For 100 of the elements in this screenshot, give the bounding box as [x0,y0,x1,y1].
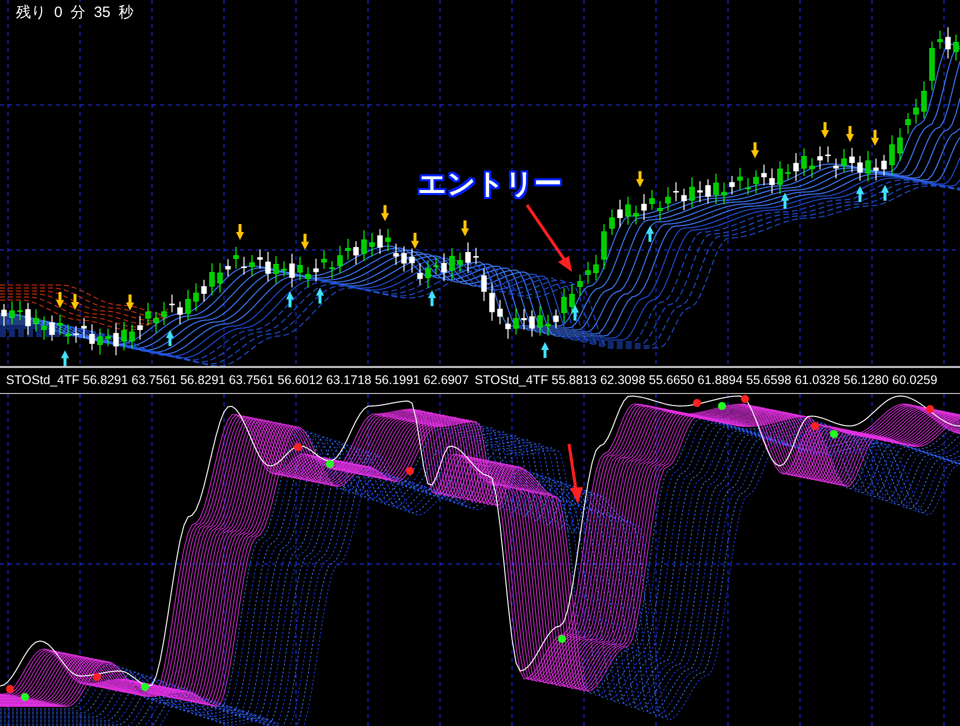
candlestick [313,258,319,282]
candlestick [153,311,159,334]
candlestick [913,98,919,124]
up-arrow-icon [428,290,436,306]
down-arrow-icon [411,232,419,249]
candlestick [201,279,207,302]
candlestick [433,256,439,275]
candlestick [217,262,223,294]
candlestick [417,262,423,286]
candlestick [473,247,479,265]
down-arrow-icon [821,122,829,138]
signal-dot [93,673,101,681]
candlestick [513,308,519,336]
candlestick [793,152,799,182]
indicator-label: STOStd_4TF 55.8813 62.3098 55.6650 61.8894 55.6598 61.0328 56.1280 60.0259 [474,372,938,390]
candlestick [25,302,31,336]
candlestick [769,168,775,194]
candlestick [657,200,663,222]
candlestick [745,178,751,196]
candlestick [441,252,447,282]
down-arrow-icon [636,171,644,188]
candlestick [161,301,167,326]
candlestick [297,256,303,281]
candlestick [721,182,727,205]
candlestick [481,268,487,302]
candlestick [305,266,311,288]
candlestick [249,254,255,277]
down-arrow-icon [381,205,389,222]
signal-dot [6,685,14,693]
candlestick [777,160,783,195]
signal-dot [741,395,749,403]
candlestick [193,282,199,312]
signal-dot [294,443,302,451]
candlestick [817,146,823,170]
candlestick [225,258,231,277]
candlestick [73,326,79,344]
candlestick [361,230,367,262]
annotation-arrow [526,204,572,272]
candlestick [561,288,567,324]
candlestick [857,155,863,182]
candlestick [761,164,767,186]
candlestick [177,301,183,325]
candlestick [785,164,791,181]
candlestick [209,262,215,296]
down-arrow-icon [71,294,79,310]
candlestick [601,224,607,270]
candlestick [385,228,391,252]
candlestick [321,250,327,270]
candlestick [673,182,679,202]
up-arrow-icon [316,288,324,304]
signal-dot [693,399,701,407]
candlestick [529,310,535,338]
up-arrow-icon [571,304,579,321]
candlestick [465,242,471,273]
up-arrow-icon [541,342,549,358]
signal-dot [21,693,29,701]
up-arrow-icon [646,226,654,242]
signal-dot [141,683,149,691]
down-arrow-icon [751,142,759,158]
candlestick [825,146,831,164]
candlestick [617,199,623,228]
candlestick [865,150,871,182]
candlestick [17,300,23,321]
candlestick [521,308,527,330]
candlestick [625,196,631,226]
candlestick [937,30,943,50]
candlestick [505,316,511,340]
candlestick [897,128,903,162]
down-arrow-icon [236,224,244,240]
candlestick [841,148,847,173]
down-arrow-icon [56,292,64,308]
signal-dot [558,635,566,643]
candlestick [169,294,175,313]
candlestick [737,167,743,191]
indicator-label: STOStd_4TF 56.8291 63.7561 56.8291 63.7561 56.6012 63.1718 56.1991 62.6907 [6,372,469,390]
candlestick [129,324,135,350]
candlestick [233,246,239,270]
down-arrow-icon [846,126,854,142]
candlestick [681,188,687,211]
candlestick [577,274,583,296]
candlestick [97,328,103,356]
candlestick [497,300,503,325]
candlestick [729,176,735,196]
candlestick [633,205,639,225]
signal-dot [811,422,819,430]
signal-dot [406,467,414,475]
candlestick [89,324,95,351]
candlestick [113,322,119,356]
candlestick [273,256,279,284]
candlestick [945,26,951,59]
up-arrow-icon [881,184,889,201]
up-arrow-icon [781,192,789,209]
candlestick [569,284,575,315]
candlestick [545,314,551,336]
candlestick [369,232,375,258]
down-arrow-icon [461,220,469,236]
candlestick [49,314,55,342]
candlestick [281,260,287,278]
candlestick [65,324,71,345]
candlestick [489,282,495,322]
